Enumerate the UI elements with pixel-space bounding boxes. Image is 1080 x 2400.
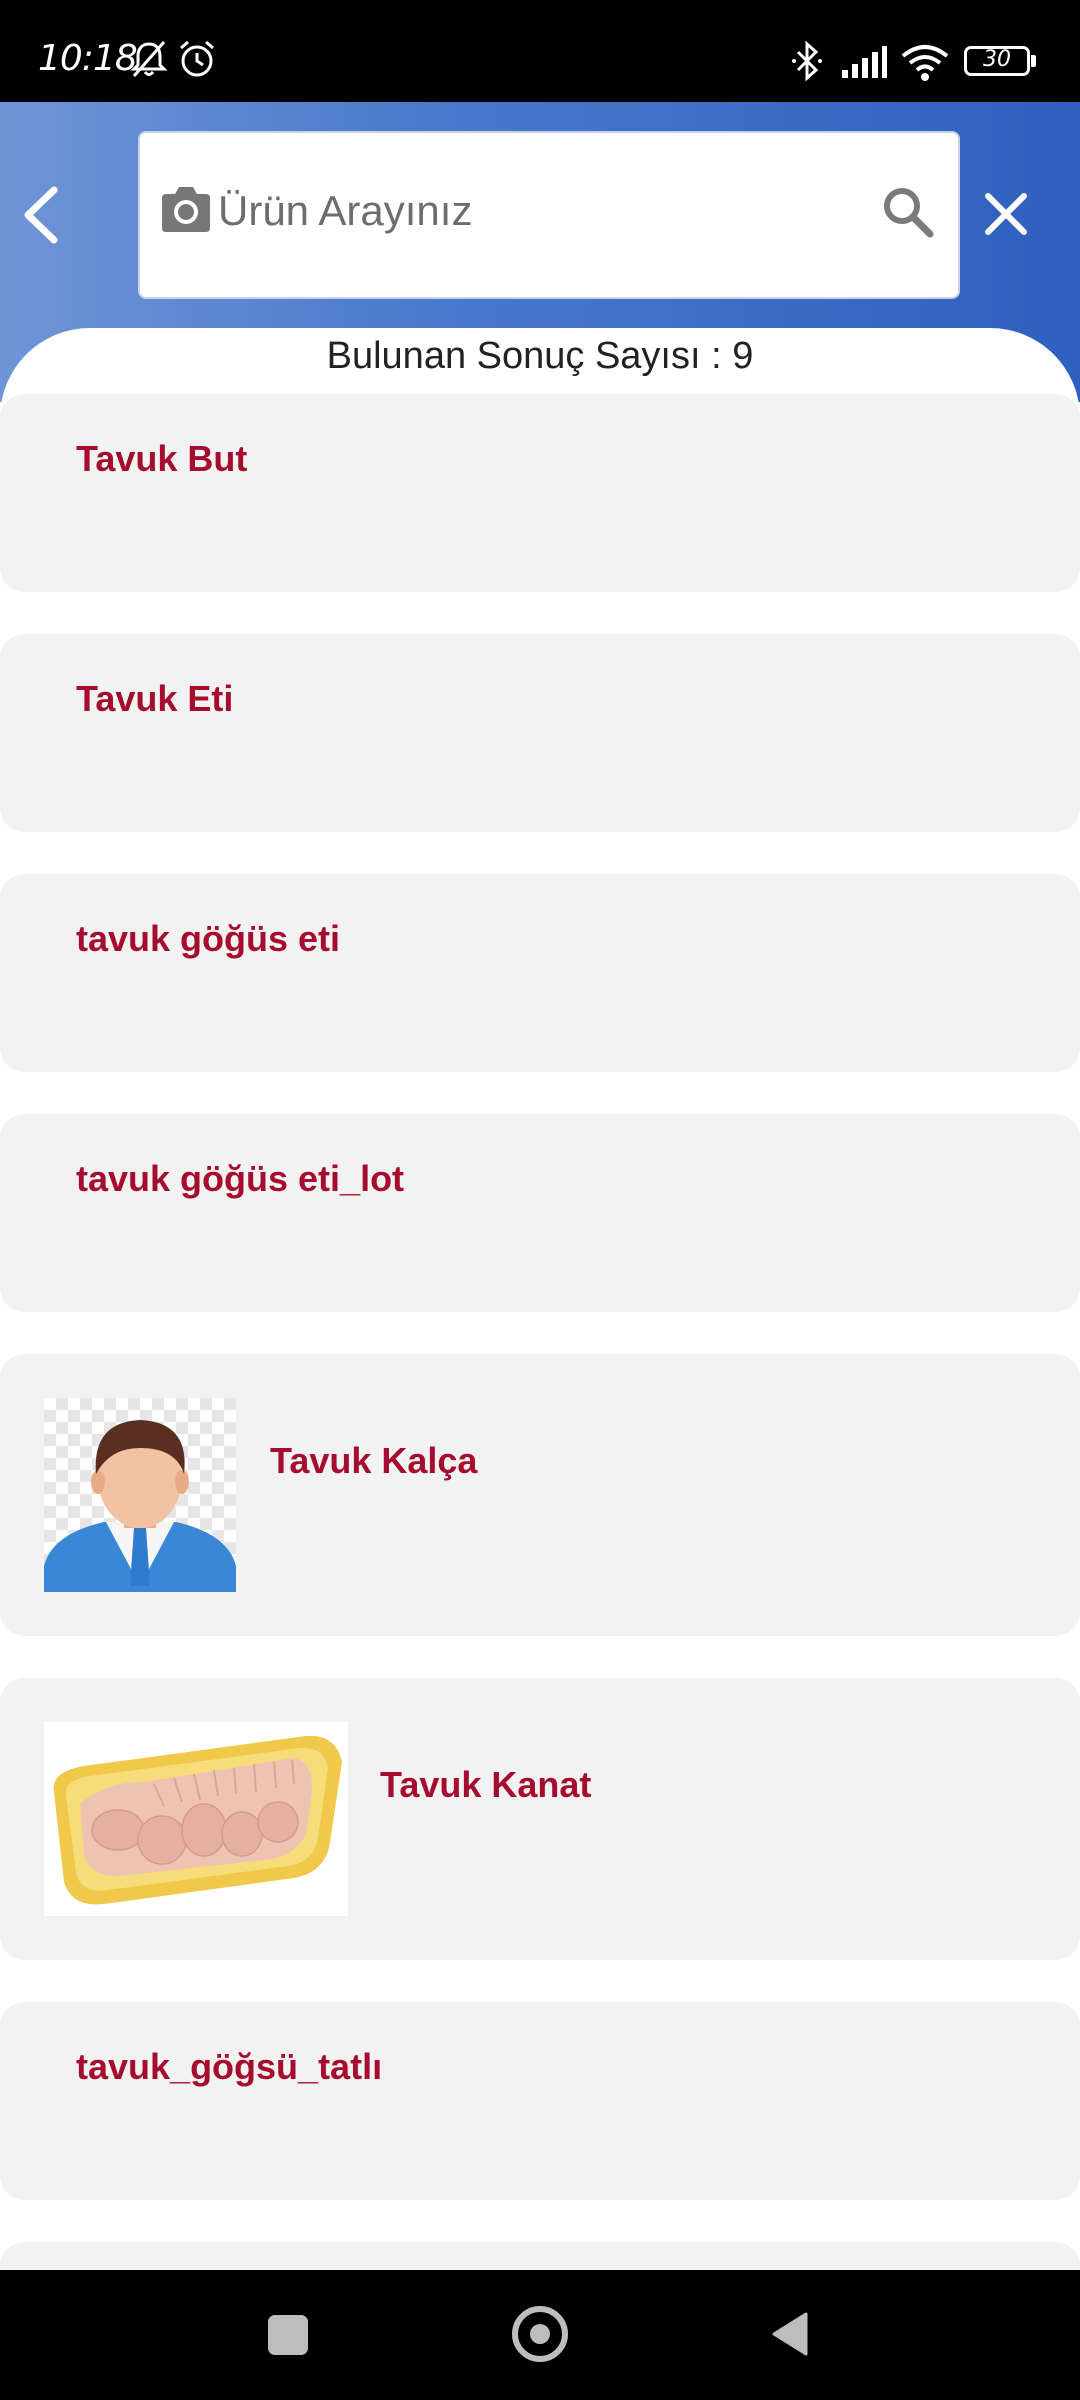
close-icon[interactable] xyxy=(982,190,1030,238)
list-item[interactable]: Tavuk But xyxy=(0,394,1080,592)
item-title: tavuk göğüs eti xyxy=(76,918,341,959)
list-item[interactable] xyxy=(0,2242,1080,2270)
search-input[interactable] xyxy=(218,176,858,246)
list-item[interactable]: tavuk göğüs eti_lot xyxy=(0,1114,1080,1312)
item-title: Tavuk Kalça xyxy=(270,1440,478,1481)
item-title: tavuk_göğsü_tatlı xyxy=(76,2046,383,2087)
bluetooth-icon xyxy=(792,40,822,82)
status-bar: 10:18 30 xyxy=(0,0,1080,102)
list-item[interactable]: Tavuk Kanat xyxy=(0,1678,1080,1960)
signal-icon xyxy=(842,46,887,78)
app-root: 10:18 30 Ürün Arayınız Bulunan Sonuç Say… xyxy=(0,0,1080,2400)
item-thumbnail xyxy=(44,1722,348,1916)
results-panel[interactable]: Bulunan Sonuç Sayısı : 9 Tavuk But Tavuk… xyxy=(0,328,1080,2270)
item-thumbnail xyxy=(44,1398,236,1592)
item-title: tavuk göğüs eti_lot xyxy=(76,1158,405,1199)
list-item[interactable]: Tavuk Eti xyxy=(0,634,1080,832)
status-time: 10:18 xyxy=(38,38,138,79)
item-title: Tavuk But xyxy=(76,438,248,479)
wifi-icon xyxy=(901,45,949,81)
item-title: Tavuk Kanat xyxy=(380,1764,592,1805)
person-avatar-icon xyxy=(44,1420,236,1592)
home-icon-dot xyxy=(530,2324,550,2344)
item-title: Tavuk Eti xyxy=(76,678,234,719)
back-icon[interactable] xyxy=(770,2310,810,2358)
list-item[interactable]: Tavuk Kalça xyxy=(0,1354,1080,1636)
battery-icon: 30 xyxy=(964,46,1030,76)
list-item[interactable]: tavuk_göğsü_tatlı xyxy=(0,2002,1080,2200)
battery-level: 30 xyxy=(983,47,1011,72)
alarm-icon xyxy=(180,40,214,77)
list-item[interactable]: tavuk göğüs eti xyxy=(0,874,1080,1072)
search-icon[interactable] xyxy=(880,184,936,240)
chevron-left-icon[interactable] xyxy=(14,180,70,250)
result-count: Bulunan Sonuç Sayısı : 9 xyxy=(326,335,754,377)
mute-bell-icon xyxy=(130,41,168,77)
home-icon[interactable] xyxy=(512,2306,568,2362)
camera-icon[interactable] xyxy=(158,184,214,236)
battery-tip xyxy=(1031,55,1036,67)
recents-icon[interactable] xyxy=(268,2315,308,2355)
chicken-wings-tray-image xyxy=(53,1735,342,1905)
